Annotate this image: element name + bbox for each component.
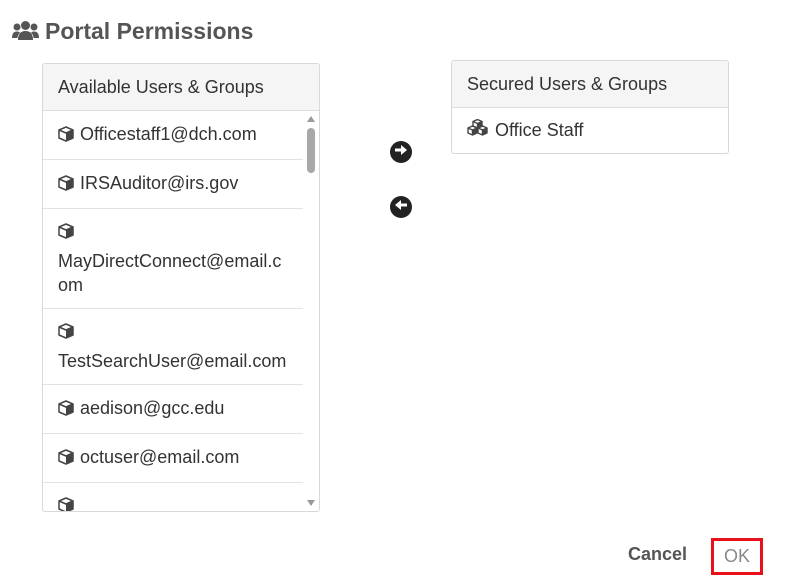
available-users-panel: Available Users & Groups Officestaff1@dc… <box>42 63 320 512</box>
list-item[interactable]: Officestaff1@dch.com <box>43 111 305 160</box>
cube-icon <box>58 321 285 345</box>
cube-icon <box>58 124 74 148</box>
list-item[interactable] <box>43 483 305 511</box>
list-item-label: Office Staff <box>495 120 584 140</box>
cancel-button[interactable]: Cancel <box>628 544 687 565</box>
list-item[interactable]: Office Staff <box>452 108 728 152</box>
add-to-secured-button[interactable] <box>390 141 412 163</box>
available-users-list[interactable]: Officestaff1@dch.com IRSAuditor@irs.gov Ma… <box>43 111 319 511</box>
available-users-header: Available Users & Groups <box>43 64 319 111</box>
scrollbar[interactable] <box>303 111 319 511</box>
list-item[interactable]: MayDirectConnect@email.com <box>43 209 305 309</box>
dialog-title: Portal Permissions <box>12 15 253 47</box>
scroll-down-arrow[interactable] <box>303 495 319 511</box>
scroll-thumb[interactable] <box>307 128 315 173</box>
cubes-icon <box>467 118 495 142</box>
list-item[interactable]: TestSearchUser@email.com <box>43 309 305 385</box>
arrow-circle-left-icon <box>394 198 408 216</box>
list-item-label: IRSAuditor@irs.gov <box>80 173 239 193</box>
remove-from-secured-button[interactable] <box>390 196 412 218</box>
secured-users-panel: Secured Users & Groups Office Staff <box>451 60 729 154</box>
users-icon <box>12 20 39 42</box>
cube-icon <box>58 173 74 197</box>
list-item[interactable]: IRSAuditor@irs.gov <box>43 160 305 209</box>
list-item-label: aedison@gcc.edu <box>80 398 225 418</box>
dialog-title-text: Portal Permissions <box>45 17 254 44</box>
scroll-up-arrow[interactable] <box>303 111 319 127</box>
list-item[interactable]: octuser@email.com <box>43 434 305 483</box>
cube-icon <box>58 495 285 511</box>
list-item-label: octuser@email.com <box>80 447 240 467</box>
cube-icon <box>58 221 285 245</box>
arrow-circle-right-icon <box>394 143 408 161</box>
ok-button[interactable]: OK <box>711 538 763 575</box>
list-item[interactable]: aedison@gcc.edu <box>43 385 305 434</box>
secured-users-header: Secured Users & Groups <box>452 61 728 108</box>
list-item-label: Officestaff1@dch.com <box>80 124 257 144</box>
list-item-label: MayDirectConnect@email.com <box>58 251 282 295</box>
cube-icon <box>58 398 74 422</box>
list-item-label: TestSearchUser@email.com <box>58 351 287 371</box>
cube-icon <box>58 447 74 471</box>
